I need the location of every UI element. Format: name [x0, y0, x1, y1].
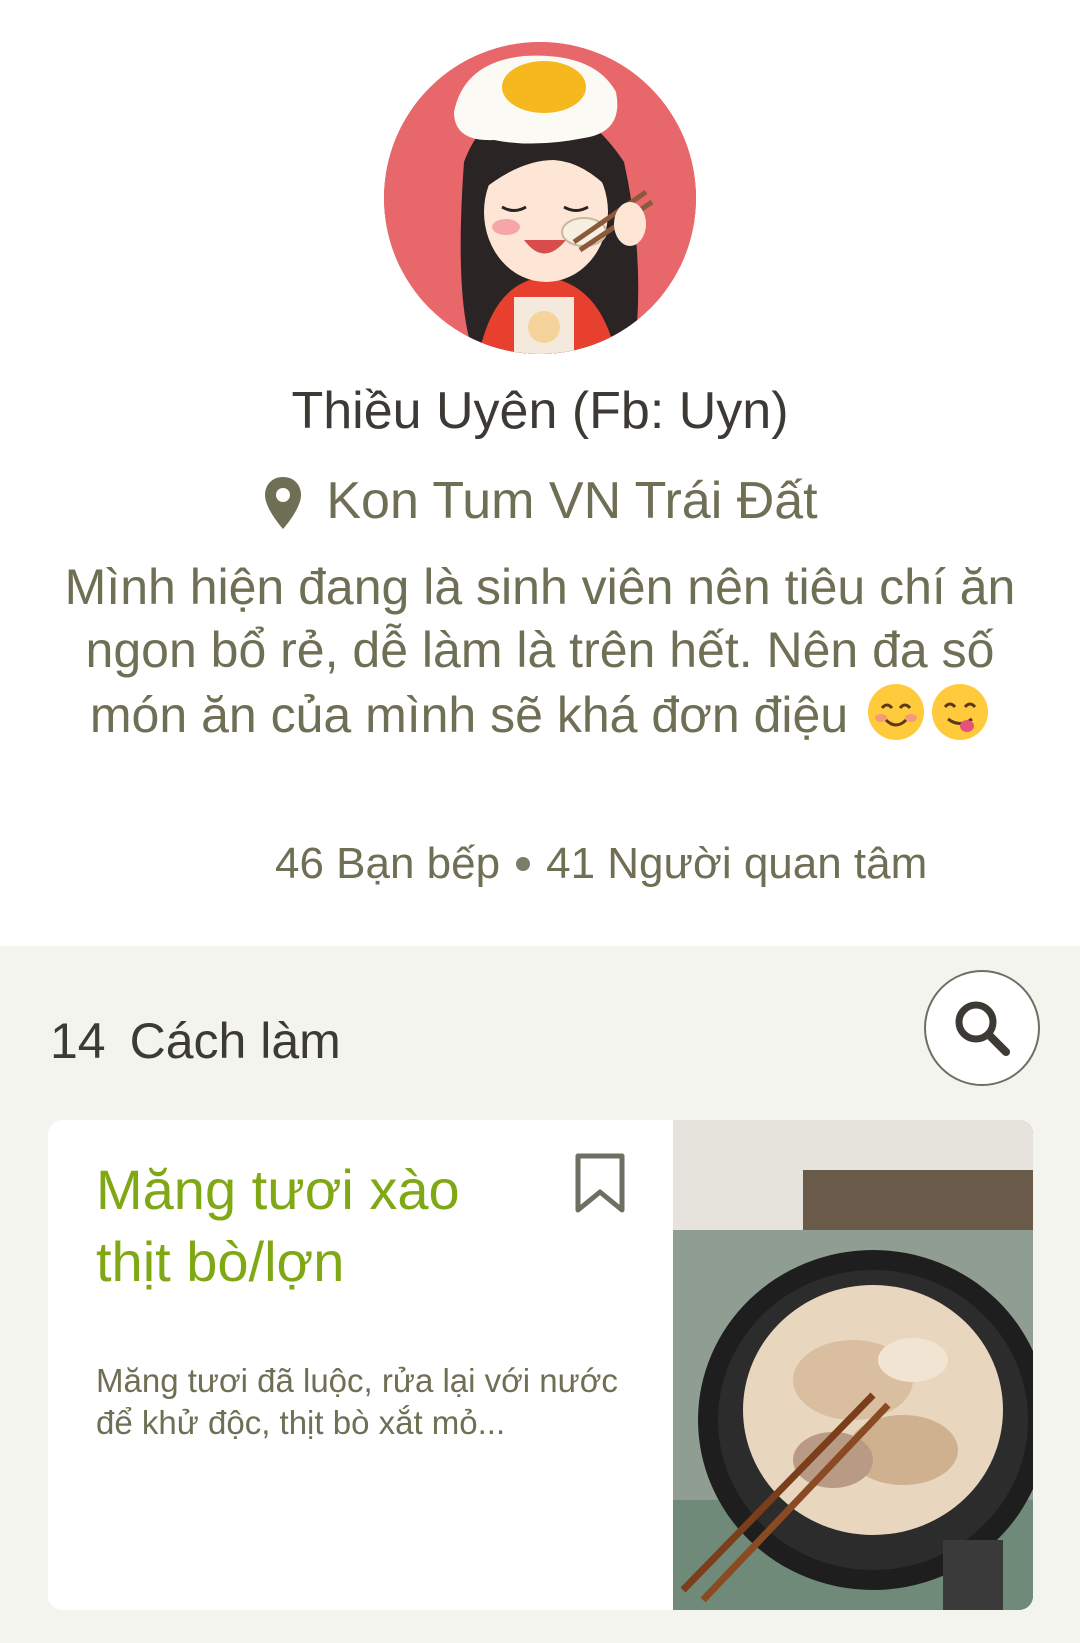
- recipes-label: Cách làm: [129, 1013, 341, 1069]
- search-icon: [955, 1001, 1010, 1056]
- followers-count[interactable]: 41 Người quan tâm: [546, 834, 927, 894]
- search-recipes-button[interactable]: [924, 970, 1040, 1086]
- profile-location: Kon Tum VN Trái Đất: [0, 466, 1080, 536]
- separator-dot: [516, 857, 531, 871]
- avatar-illustration: [384, 42, 696, 354]
- location-pin-icon: [265, 477, 302, 529]
- bookmark-icon[interactable]: [572, 1152, 628, 1216]
- friends-count[interactable]: 46 Bạn bếp: [275, 834, 500, 894]
- recipe-description: Măng tươi đã luộc, rửa lại với nước để k…: [96, 1362, 618, 1441]
- smiling-face-icon: [868, 684, 925, 740]
- profile-name: Thiều Uyên (Fb: Uyn): [291, 382, 789, 440]
- recipe-photo[interactable]: [673, 1120, 1033, 1610]
- recipes-section: 14 Cách làm Măng tươi xào thịt bò/lợn Măn…: [0, 946, 1080, 1643]
- location-text: Kon Tum VN Trái Đất: [326, 472, 818, 530]
- recipes-count-heading: 14 Cách làm: [50, 1006, 341, 1076]
- avatar[interactable]: [384, 42, 696, 354]
- recipes-count: 14: [50, 1013, 106, 1069]
- recipe-card[interactable]: Măng tươi xào thịt bò/lợn Măng tươi đã l…: [48, 1120, 1033, 1610]
- profile-header: Thiều Uyên (Fb: Uyn) Kon Tum VN Trái Đất…: [0, 0, 1080, 946]
- recipe-title[interactable]: Măng tươi xào thịt bò/lợn: [96, 1154, 526, 1298]
- recipe-photo-image: [673, 1120, 1033, 1610]
- face-savoring-food-icon: [932, 684, 989, 740]
- profile-bio: Mình hiện đang là sinh viên nên tiêu chí…: [60, 556, 1020, 747]
